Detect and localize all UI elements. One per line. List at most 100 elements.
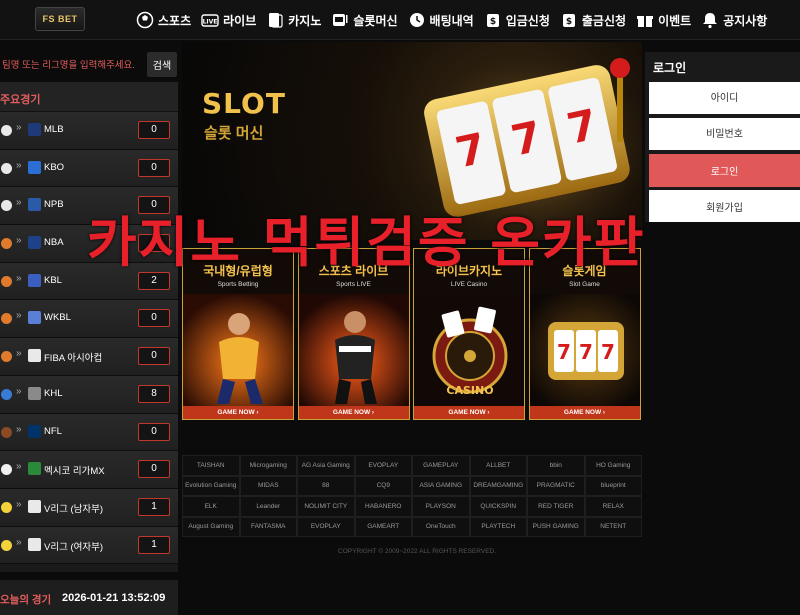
password-field[interactable] — [649, 118, 800, 150]
provider-logo: PUSH GAMING — [527, 516, 585, 537]
username-field[interactable] — [649, 82, 800, 114]
match-count-badge: 0 — [138, 347, 170, 366]
league-row[interactable]: » KBO 0 — [0, 149, 178, 188]
svg-text:7: 7 — [557, 340, 571, 364]
league-row[interactable]: » 멕시코 리가MX 0 — [0, 451, 178, 489]
provider-logo: QUICKSPIN — [469, 496, 527, 517]
league-name: NFL — [44, 425, 62, 437]
search-input[interactable] — [0, 52, 142, 78]
nav-item-2[interactable]: 카지노 — [266, 11, 321, 29]
nav-label: 이벤트 — [658, 13, 692, 28]
nav-label: 슬롯머신 — [353, 13, 398, 28]
gift-icon — [636, 11, 654, 29]
slot-icon — [331, 11, 349, 29]
chevron-right-icon: » — [16, 159, 22, 171]
league-logo-icon — [28, 386, 41, 400]
category-art: CASINO — [414, 294, 524, 406]
category-art: 777 — [529, 294, 640, 406]
provider-logo: ALLBET — [469, 455, 527, 476]
login-button[interactable]: 로그인 — [649, 154, 800, 187]
match-count-badge: 0 — [138, 121, 170, 139]
top-header: FS BET 스포츠 LIVE 라이브 카지노 슬롯머신 배팅내역 $ 입금신청 $ 출금신청 이벤… — [0, 0, 800, 40]
provider-logo: Microgaming — [239, 455, 297, 476]
provider-logo: DREAMGAMING — [469, 475, 527, 496]
game-now-button[interactable]: GAME NOW › — [298, 406, 409, 419]
history-icon — [408, 11, 426, 29]
league-logo-icon — [28, 311, 41, 325]
chevron-right-icon: » — [16, 310, 22, 322]
chevron-right-icon: » — [16, 536, 22, 548]
category-subtitle: Slot Game — [569, 281, 600, 288]
league-row[interactable]: » FIBA 아시아컵 0 — [0, 338, 178, 376]
login-panel: 로그인 로그인 회원가입 — [645, 52, 800, 222]
league-logo-icon — [28, 462, 41, 476]
current-time: 2026-01-21 13:52:09 — [62, 592, 166, 604]
chevron-right-icon: » — [16, 122, 22, 133]
soccer-ball-icon — [136, 11, 154, 29]
provider-logo: OneTouch — [412, 516, 470, 537]
match-count-badge: 0 — [138, 460, 170, 479]
league-name: MLB — [44, 124, 64, 135]
chevron-right-icon: » — [16, 498, 22, 510]
sport-ball-icon — [1, 539, 12, 551]
site-logo[interactable]: FS BET — [35, 7, 85, 31]
league-logo-icon — [28, 198, 41, 212]
league-search: 검색 — [0, 52, 178, 78]
svg-text:7: 7 — [579, 340, 593, 364]
cards-icon — [266, 11, 284, 29]
nav-label: 출금신청 — [581, 13, 627, 28]
league-row[interactable]: » V리그 (남자부) 1 — [0, 488, 178, 527]
nav-label: 배팅내역 — [429, 13, 474, 28]
sport-ball-icon — [1, 162, 12, 174]
league-row[interactable]: » KHL 8 — [0, 375, 178, 414]
signup-button[interactable]: 회원가입 — [649, 190, 800, 222]
nav-item-3[interactable]: 슬롯머신 — [331, 11, 398, 29]
league-row[interactable]: » NFL 0 — [0, 413, 178, 452]
chevron-right-icon: » — [16, 235, 22, 247]
nav-item-0[interactable]: 스포츠 — [136, 11, 191, 29]
nav-item-7[interactable]: 이벤트 — [636, 11, 691, 29]
nav-item-5[interactable]: $ 입금신청 — [484, 11, 550, 29]
banner-title: SLOT — [202, 87, 286, 120]
provider-logo: TAISHAN — [182, 455, 240, 476]
league-name: KBO — [44, 161, 65, 173]
provider-logo: EVOPLAY — [297, 516, 355, 537]
game-now-button[interactable]: GAME NOW › — [414, 406, 524, 419]
league-logo-icon — [28, 499, 41, 513]
provider-logo: ASIA GAMING — [412, 475, 470, 496]
nav-item-1[interactable]: LIVE 라이브 — [201, 11, 256, 29]
sport-ball-icon — [1, 200, 12, 212]
provider-logo: NETENT — [584, 516, 642, 537]
game-now-button[interactable]: GAME NOW › — [529, 406, 640, 419]
league-logo-icon — [28, 160, 41, 174]
nav-item-8[interactable]: 공지사항 — [701, 11, 767, 29]
provider-logo: Leander — [239, 496, 297, 517]
league-row[interactable]: » MLB 0 — [0, 112, 178, 150]
provider-logo: 88 — [297, 475, 355, 496]
sport-ball-icon — [1, 238, 12, 250]
login-title: 로그인 — [653, 61, 687, 75]
sport-ball-icon — [1, 426, 12, 438]
search-button[interactable]: 검색 — [147, 52, 177, 77]
league-logo-icon — [28, 349, 41, 363]
provider-logo: GAMEPLAY — [412, 455, 470, 476]
provider-logo: PLAYSON — [412, 496, 470, 517]
sport-ball-icon — [1, 501, 12, 513]
league-logo-icon — [28, 424, 41, 438]
league-row[interactable]: » WKBL 0 — [0, 300, 178, 339]
game-now-button[interactable]: GAME NOW › — [183, 406, 293, 419]
nav-label: 입금신청 — [505, 13, 550, 28]
match-count-badge: 0 — [138, 158, 170, 177]
match-count-badge: 0 — [138, 309, 170, 328]
nav-item-4[interactable]: 배팅내역 — [408, 11, 474, 29]
league-name: V리그 (남자부) — [44, 503, 104, 515]
league-row[interactable]: » V리그 (여자부) 1 — [0, 526, 178, 565]
match-count-badge: 1 — [138, 535, 170, 554]
category-art — [298, 294, 409, 406]
league-logo-icon — [28, 236, 41, 250]
nav-item-6[interactable]: $ 출금신청 — [560, 11, 626, 29]
provider-logo: blueprint — [584, 475, 642, 496]
league-name: 멕시코 리가MX — [44, 466, 105, 478]
league-name: WKBL — [44, 312, 71, 324]
category-subtitle: Sports LIVE — [336, 281, 371, 288]
